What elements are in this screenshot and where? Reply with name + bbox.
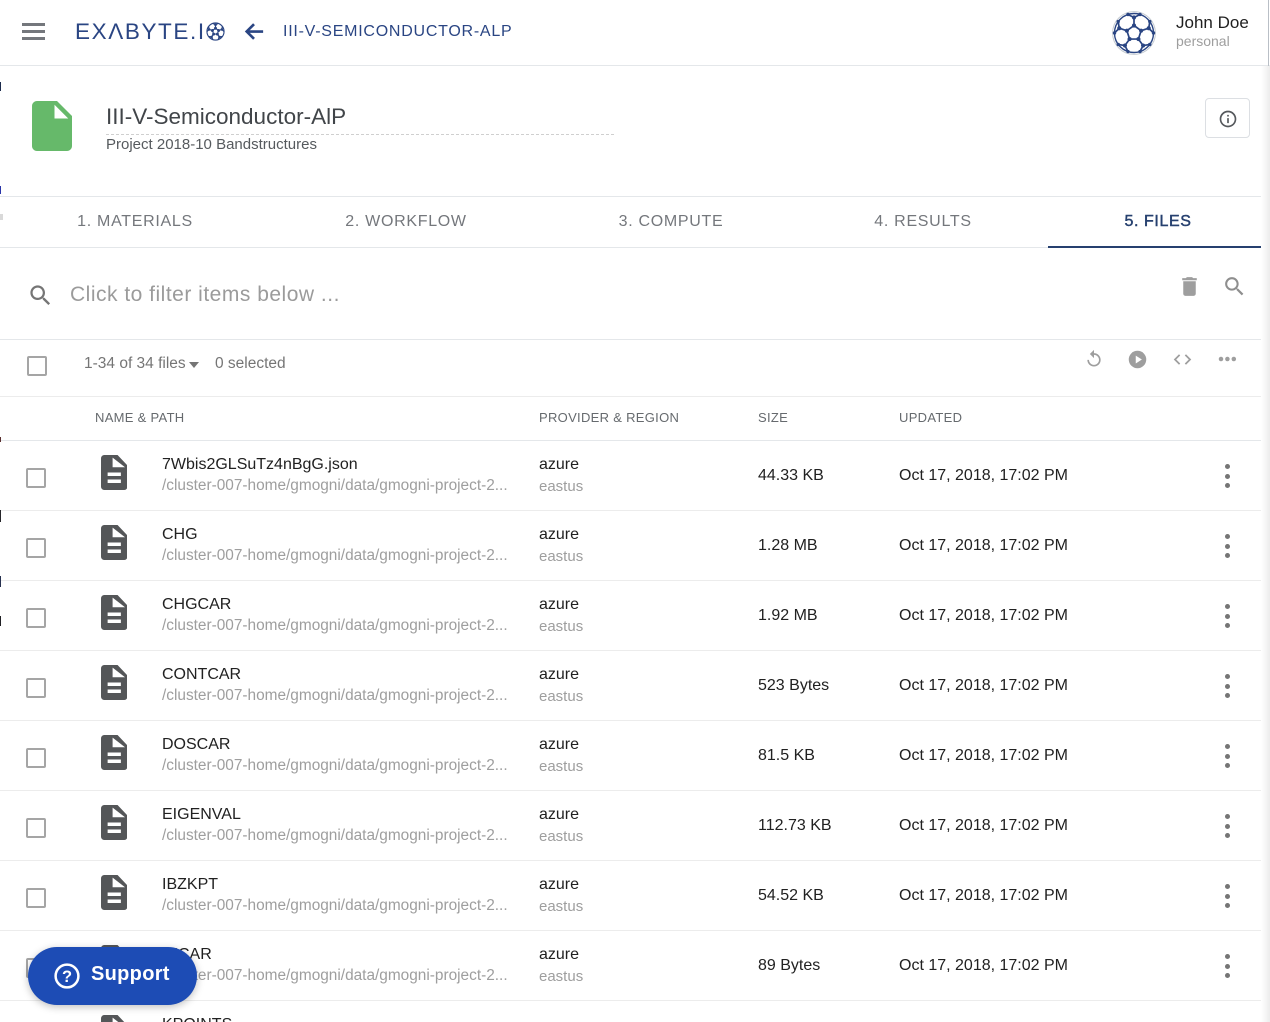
svg-text:?: ?	[62, 968, 72, 986]
